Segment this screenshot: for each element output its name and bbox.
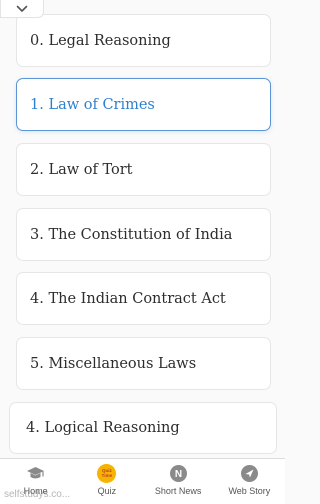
- graduation-cap-icon: [26, 464, 45, 483]
- topic-label: 2. Law of Tort: [30, 161, 133, 178]
- nav-web-story-label: Web Story: [228, 486, 271, 496]
- topic-label: 3. The Constitution of India: [30, 226, 233, 243]
- topic-item-legal-reasoning[interactable]: 0. Legal Reasoning: [16, 14, 271, 67]
- nav-web-story[interactable]: Web Story: [214, 459, 285, 504]
- topic-item-law-of-tort[interactable]: 2. Law of Tort: [16, 143, 271, 196]
- section-item-logical-reasoning[interactable]: 4. Logical Reasoning: [9, 402, 277, 454]
- topic-item-miscellaneous-laws[interactable]: 5. Miscellaneous Laws: [16, 337, 271, 390]
- nav-short-news[interactable]: N Short News: [143, 459, 214, 504]
- section-label: 4. Logical Reasoning: [26, 420, 180, 436]
- topic-label: 0. Legal Reasoning: [30, 32, 171, 49]
- topic-item-law-of-crimes[interactable]: 1. Law of Crimes: [16, 78, 271, 131]
- svg-text:N: N: [175, 469, 182, 480]
- web-story-icon: [240, 464, 259, 483]
- chevron-down-icon: [16, 5, 28, 12]
- news-icon: N: [169, 464, 188, 483]
- watermark: selfstudys.co...: [4, 489, 71, 500]
- topic-label: 1. Law of Crimes: [30, 96, 155, 113]
- nav-quiz-label: Quiz: [97, 486, 117, 496]
- quiz-badge-text: Quiz Time: [101, 468, 113, 478]
- nav-short-news-label: Short News: [154, 486, 202, 496]
- topic-item-indian-contract-act[interactable]: 4. The Indian Contract Act: [16, 272, 271, 325]
- topic-label: 4. The Indian Contract Act: [30, 290, 226, 307]
- quiz-time-icon: Quiz Time: [97, 464, 117, 483]
- nav-quiz[interactable]: Quiz Time Quiz: [71, 459, 142, 504]
- topic-item-constitution-of-india[interactable]: 3. The Constitution of India: [16, 208, 271, 261]
- collapse-button[interactable]: [0, 0, 44, 18]
- topic-label: 5. Miscellaneous Laws: [30, 355, 197, 372]
